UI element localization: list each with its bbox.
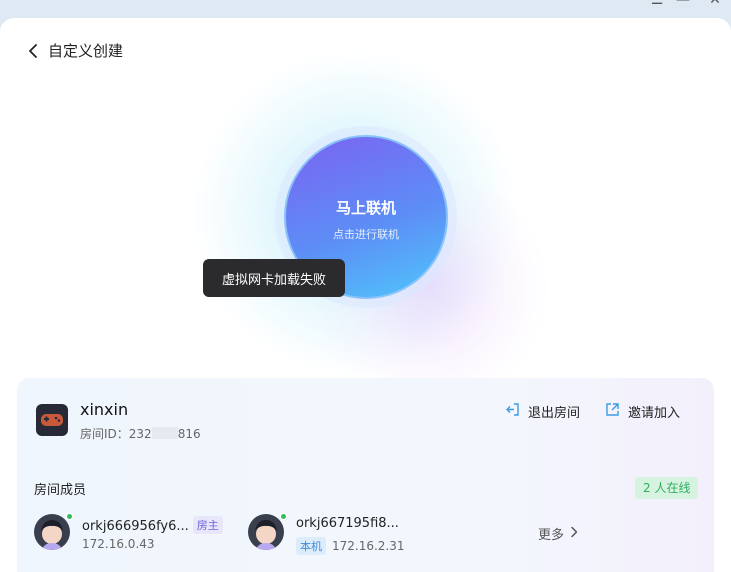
room-id-redaction [151, 427, 178, 439]
minimize-icon[interactable]: — [673, 0, 693, 8]
member-username: orkj667195fi8... [296, 516, 399, 531]
member-ip: 172.16.0.43 [82, 537, 155, 551]
room-panel: xinxin 房间ID：232 816 退出房间 邀请加入 房间成员 2 人在线 [17, 378, 714, 572]
gamepad-icon [36, 404, 68, 436]
title-bar: ☰ — ✕ [0, 0, 731, 18]
avatar [248, 514, 284, 550]
share-icon [605, 402, 620, 421]
chevron-right-icon [570, 526, 578, 542]
room-name: xinxin [80, 400, 129, 419]
member-ip-row: 本机 172.16.2.31 [296, 537, 405, 555]
room-id: 房间ID：232 816 [80, 425, 201, 442]
back-button[interactable]: 自定义创建 [26, 40, 123, 61]
invite-label: 邀请加入 [628, 406, 681, 421]
member-username: orkj666956fy6... [82, 519, 189, 534]
exit-icon [505, 402, 520, 421]
room-id-suffix: 816 [177, 427, 201, 441]
members-title: 房间成员 [34, 483, 87, 498]
invite-button[interactable]: 邀请加入 [605, 402, 680, 421]
connect-title: 马上联机 [335, 199, 396, 217]
host-badge: 房主 [192, 516, 223, 534]
more-label: 更多 [538, 528, 565, 543]
member-name: orkj667195fi8... [296, 516, 399, 531]
exit-room-button[interactable]: 退出房间 [505, 402, 580, 421]
avatar [34, 514, 70, 550]
close-icon[interactable]: ✕ [705, 0, 725, 8]
more-members-button[interactable]: 更多 [538, 524, 578, 543]
error-toast: 虚拟网卡加载失败 [203, 259, 345, 297]
exit-room-label: 退出房间 [528, 406, 581, 421]
chevron-left-icon [26, 42, 42, 60]
online-status-dot [280, 513, 287, 520]
online-count-badge: 2 人在线 [635, 477, 699, 499]
member-name: orkj666956fy6... 房主 [82, 516, 223, 534]
local-badge: 本机 [296, 537, 326, 555]
toast-message: 虚拟网卡加载失败 [221, 272, 326, 288]
page-title: 自定义创建 [48, 42, 124, 60]
main-card: 自定义创建 马上联机 点击进行联机 虚拟网卡加载失败 xinxin 房间ID：2… [0, 18, 731, 572]
room-id-prefix: 房间ID：232 [80, 427, 152, 441]
member-ip: 172.16.2.31 [332, 539, 405, 553]
menu-icon[interactable]: ☰ [647, 0, 667, 8]
online-status-dot [66, 513, 73, 520]
connect-subtitle: 点击进行联机 [333, 228, 399, 241]
